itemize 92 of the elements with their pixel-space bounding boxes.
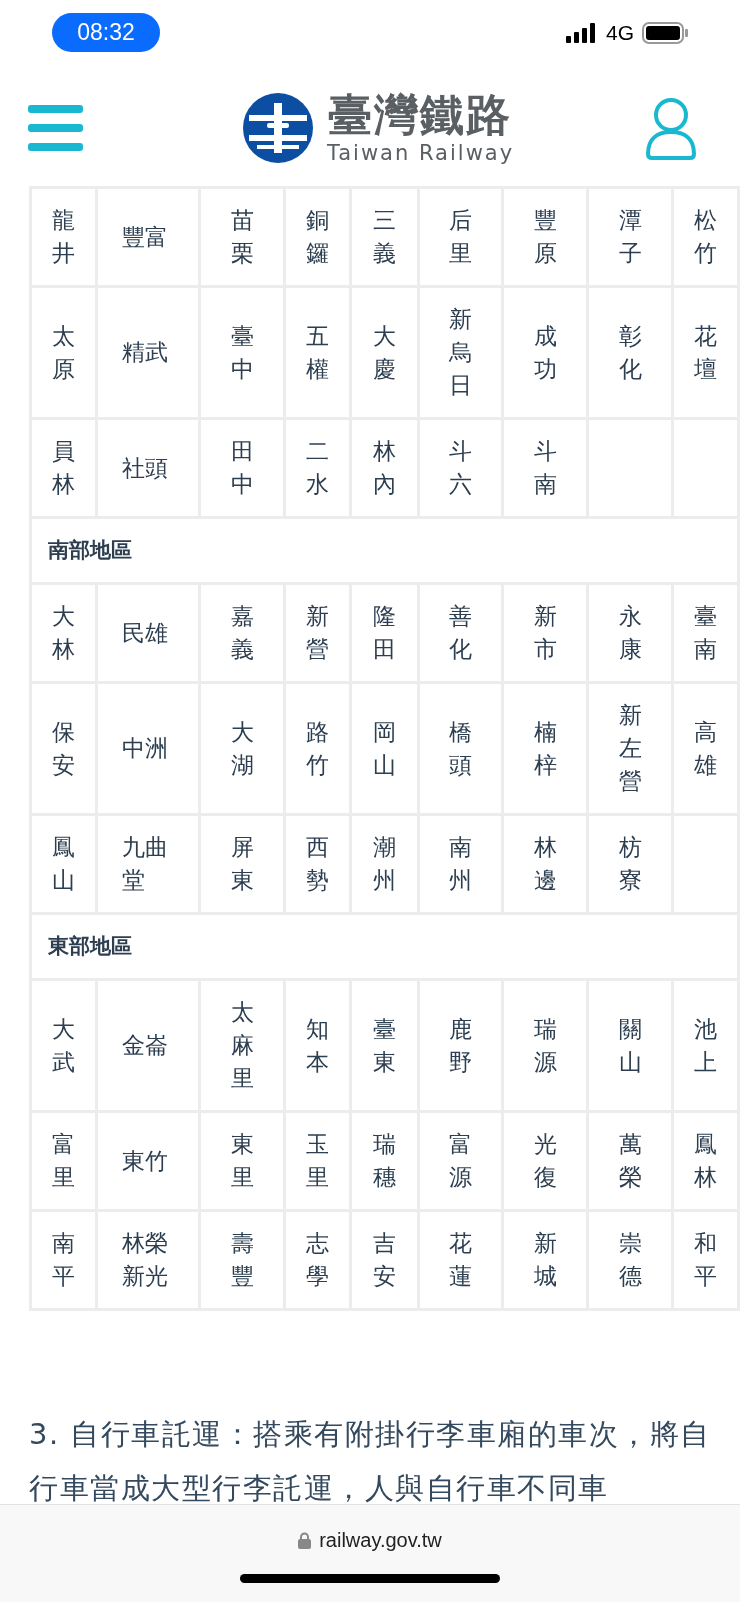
table-cell: 金崙 [98, 981, 198, 1110]
table-cell: 大武 [32, 981, 95, 1110]
table-cell: 松竹 [674, 189, 737, 285]
table-cell: 潮州 [352, 816, 417, 912]
table-cell: 光復 [504, 1113, 586, 1209]
table-cell: 高雄 [674, 684, 737, 813]
table-cell: 壽豐 [201, 1212, 283, 1308]
table-cell: 二水 [286, 420, 349, 516]
table-cell: 鳳山 [32, 816, 95, 912]
user-icon[interactable] [644, 95, 698, 160]
table-cell: 新營 [286, 585, 349, 681]
table-cell: 銅鑼 [286, 189, 349, 285]
table-cell: 彰化 [589, 288, 671, 417]
table-cell: 瑞穗 [352, 1113, 417, 1209]
logo-title: 臺灣鐵路 [328, 89, 513, 140]
table-cell: 大慶 [352, 288, 417, 417]
table-cell: 鳳林 [674, 1113, 737, 1209]
table-cell: 關山 [589, 981, 671, 1110]
table-cell: 斗南 [504, 420, 586, 516]
table-cell: 林內 [352, 420, 417, 516]
table-cell: 池上 [674, 981, 737, 1110]
table-cell: 林邊 [504, 816, 586, 912]
table-cell: 花壇 [674, 288, 737, 417]
table-cell: 路竹 [286, 684, 349, 813]
table-cell: 橋頭 [420, 684, 501, 813]
table-cell: 東竹 [98, 1113, 198, 1209]
table-cell: 九曲堂 [98, 816, 198, 912]
table-cell: 隆田 [352, 585, 417, 681]
table-cell: 臺南 [674, 585, 737, 681]
table-cell: 龍井 [32, 189, 95, 285]
table-cell: 保安 [32, 684, 95, 813]
region-title: 南部地區 [32, 519, 737, 582]
table-cell: 苗栗 [201, 189, 283, 285]
table-cell: 枋寮 [589, 816, 671, 912]
table-cell: 臺東 [352, 981, 417, 1110]
table-cell: 富源 [420, 1113, 501, 1209]
table-cell: 南州 [420, 816, 501, 912]
table-cell: 太原 [32, 288, 95, 417]
table-cell: 玉里 [286, 1113, 349, 1209]
table-cell: 富里 [32, 1113, 95, 1209]
table-cell: 社頭 [98, 420, 198, 516]
table-cell: 永康 [589, 585, 671, 681]
battery-icon [642, 22, 688, 44]
table-cell: 員林 [32, 420, 95, 516]
network-label: 4G [606, 21, 634, 45]
lock-icon [298, 1532, 312, 1549]
table-cell: 新市 [504, 585, 586, 681]
paragraph: 3. 自行車託運：搭乘有附掛行李車廂的車次，將自行車當成大型行李託運，人與自行車不同車 [29, 1416, 712, 1504]
table-cell: 西勢 [286, 816, 349, 912]
table-cell: 臺中 [201, 288, 283, 417]
table-cell: 中洲 [98, 684, 198, 813]
table-cell: 和平 [674, 1212, 737, 1308]
table-cell: 新城 [504, 1212, 586, 1308]
table-cell: 楠梓 [504, 684, 586, 813]
table-cell: 豐富 [98, 189, 198, 285]
table-cell: 嘉義 [201, 585, 283, 681]
table-cell: 鹿野 [420, 981, 501, 1110]
table-cell: 太麻里 [201, 981, 283, 1110]
table-cell: 花蓮 [420, 1212, 501, 1308]
table-cell: 潭子 [589, 189, 671, 285]
table-cell: 大湖 [201, 684, 283, 813]
table-cell: 成功 [504, 288, 586, 417]
table-cell: 岡山 [352, 684, 417, 813]
table-cell: 屏東 [201, 816, 283, 912]
menu-icon[interactable] [28, 104, 83, 151]
table-cell: 林榮新光 [98, 1212, 198, 1308]
logo-subtitle: Taiwan Railway [326, 139, 515, 166]
table-cell: 新左營 [589, 684, 671, 813]
signal-icon [566, 23, 598, 43]
table-cell: 吉安 [352, 1212, 417, 1308]
table-cell: 大林 [32, 585, 95, 681]
table-cell: 東里 [201, 1113, 283, 1209]
table-cell: 三義 [352, 189, 417, 285]
table-cell: 后里 [420, 189, 501, 285]
table-cell: 萬榮 [589, 1113, 671, 1209]
table-cell: 新烏日 [420, 288, 501, 417]
table-cell: 知本 [286, 981, 349, 1110]
table-cell: 南平 [32, 1212, 95, 1308]
table-cell: 民雄 [98, 585, 198, 681]
time: 08:32 [52, 12, 160, 52]
url[interactable]: railway.gov.tw [319, 1529, 442, 1552]
region-title: 東部地區 [32, 915, 737, 978]
table-cell: 志學 [286, 1212, 349, 1308]
logo-icon [242, 92, 313, 163]
table-cell: 瑞源 [504, 981, 586, 1110]
table-cell: 精武 [98, 288, 198, 417]
table-cell: 田中 [201, 420, 283, 516]
table-cell: 斗六 [420, 420, 501, 516]
table-cell: 崇德 [589, 1212, 671, 1308]
table-cell: 豐原 [504, 189, 586, 285]
table-cell: 善化 [420, 585, 501, 681]
table-cell: 五權 [286, 288, 349, 417]
